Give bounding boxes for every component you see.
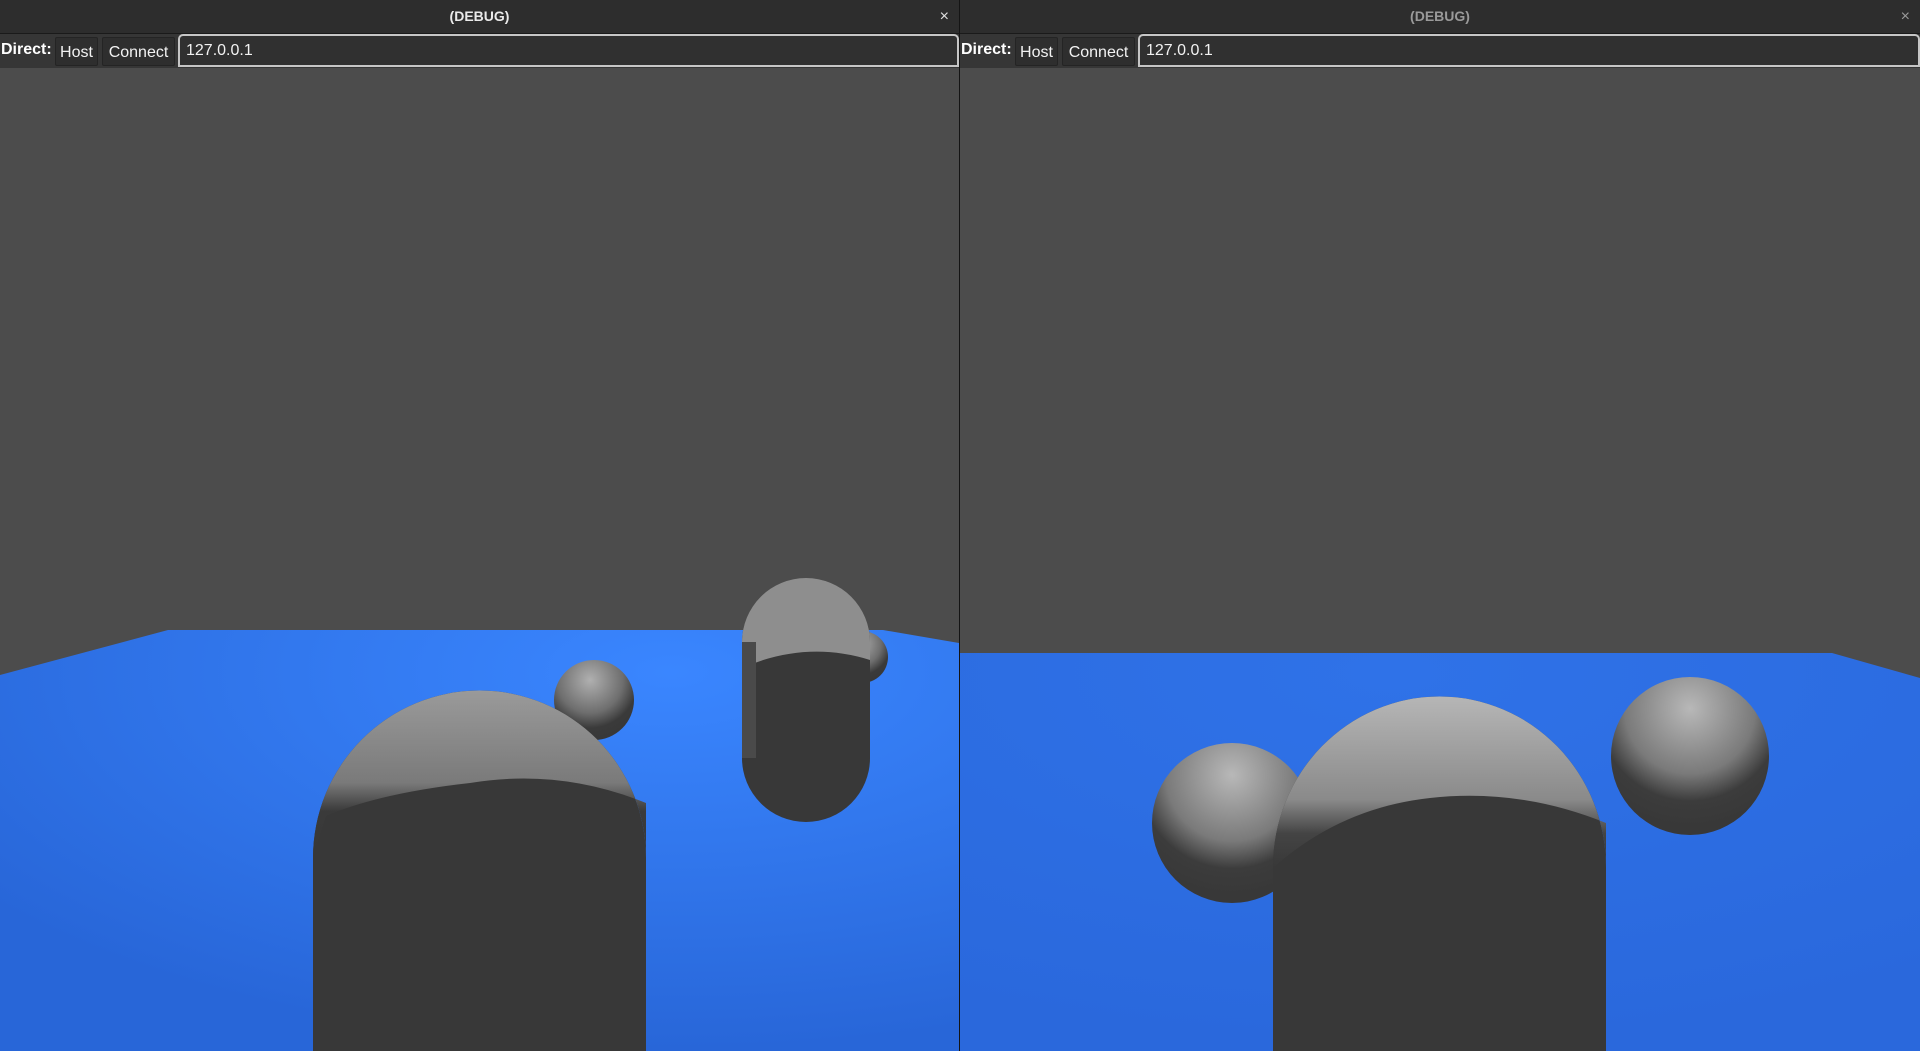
connect-button[interactable]: Connect xyxy=(102,37,175,66)
capsule-small-edge xyxy=(742,642,756,758)
close-icon[interactable]: × xyxy=(1901,0,1910,33)
game-viewport[interactable] xyxy=(960,68,1920,1051)
address-input[interactable] xyxy=(1138,34,1920,67)
address-input[interactable] xyxy=(178,34,959,67)
close-icon[interactable]: × xyxy=(940,0,949,33)
game-viewport[interactable] xyxy=(0,68,959,1051)
sphere-right xyxy=(1611,677,1769,835)
window-title: (DEBUG) xyxy=(1410,8,1470,24)
host-button[interactable]: Host xyxy=(55,37,98,66)
debug-window-left: (DEBUG) × Direct: Host Connect xyxy=(0,0,959,1051)
host-button[interactable]: Host xyxy=(1015,37,1058,66)
direct-label: Direct: xyxy=(961,41,1012,58)
title-bar[interactable]: (DEBUG) × xyxy=(0,0,959,34)
connect-button[interactable]: Connect xyxy=(1062,37,1135,66)
window-title: (DEBUG) xyxy=(449,8,510,24)
title-bar[interactable]: (DEBUG) × xyxy=(960,0,1920,34)
direct-label: Direct: xyxy=(1,41,52,58)
debug-window-right: (DEBUG) × Direct: Host Connect xyxy=(960,0,1920,1051)
